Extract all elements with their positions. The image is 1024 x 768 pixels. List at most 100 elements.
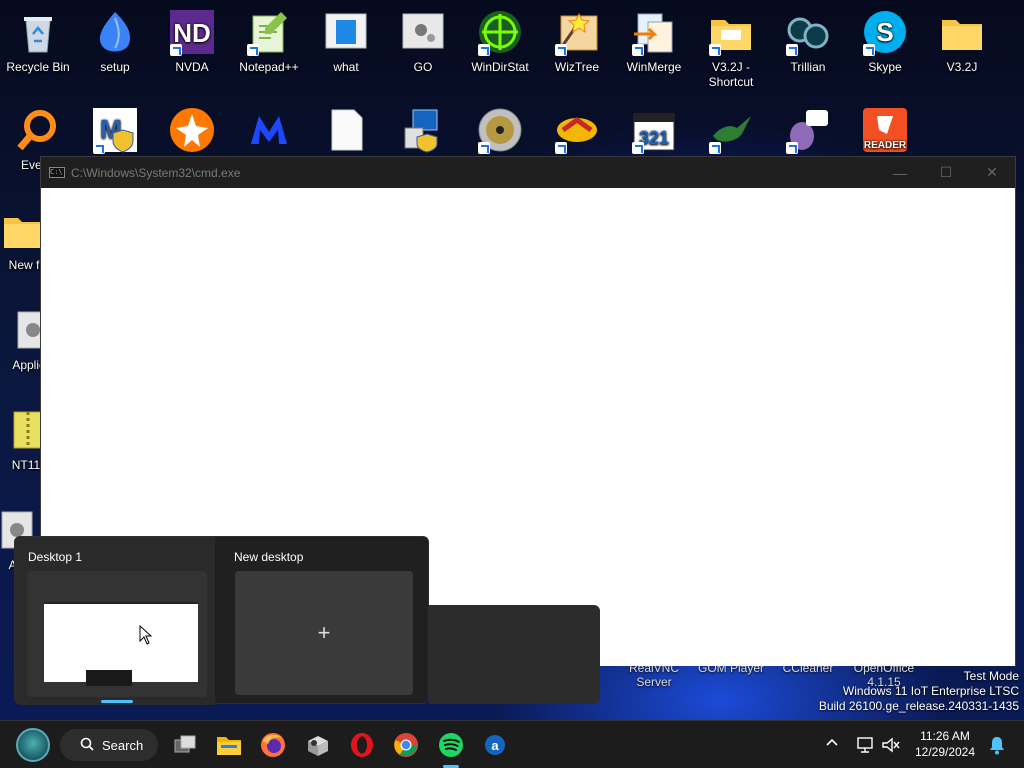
task-view-button[interactable] [165,725,205,765]
svg-text:READER: READER [864,140,907,151]
file-explorer-icon [217,737,241,755]
desktop-icon-trillian[interactable]: Trillian [770,8,846,75]
opera-icon [351,733,373,757]
virtual-desktops-flyout: Desktop 1 New desktop + [14,536,429,705]
folder-icon [938,8,986,56]
watermark-line-1: Test Mode [963,669,1019,683]
notifications-button[interactable] [982,725,1012,765]
shortcut-arrow-icon [709,44,721,56]
add-desktop-button[interactable]: + [235,571,413,695]
cd-burner-icon [476,106,524,154]
shortcut-arrow-icon [632,44,644,56]
desktop-icon-label: Notepad++ [239,60,299,74]
flyout-panel [429,605,600,704]
desktop-icon-row2-10[interactable] [770,106,846,158]
desktop-icon-label: V3.2J [946,60,978,74]
desktop-icon-v32j[interactable]: V3.2J [924,8,1000,75]
desktop-icon-v32j-shortcut[interactable]: V3.2J - Shortcut [693,8,769,90]
desktop-icon-what[interactable]: what [308,8,384,75]
desktop-icon-row2-2[interactable] [154,106,230,158]
foxit-reader-icon: READER [861,106,909,154]
windirstat-icon [476,8,524,56]
spotify-icon [439,733,463,757]
desktop-icon-row2-11[interactable]: READER [847,106,923,158]
start-button[interactable] [13,725,53,765]
close-button[interactable]: ✕ [969,157,1015,188]
desktop-icon-setup[interactable]: setup [77,8,153,75]
desktop-icon-label: what [333,60,359,74]
shortcut-arrow-icon [170,44,182,56]
everything-search-icon [14,106,62,154]
firefox-icon [261,733,285,757]
file-explorer-button[interactable] [209,725,249,765]
mystery-box-icon [308,736,328,756]
maximize-button[interactable]: ☐ [923,157,969,188]
pidgin-icon [784,106,832,154]
hummingbird-icon [707,106,755,154]
chevron-up-icon [826,738,838,746]
desktop-1-label: Desktop 1 [28,550,83,564]
desktop-icon-skype[interactable]: S Skype [847,8,923,75]
desktop-icon-label: WinDirStat [471,60,529,74]
document-icon [322,8,370,56]
desktop-icon-row2-6[interactable] [462,106,538,158]
clock[interactable]: 11:26 AM 12/29/2024 [910,728,980,760]
blue-app-icon: a [485,735,505,755]
taskbar-search-button[interactable]: Search [60,729,158,761]
desktop-icon-nvda[interactable]: ND NVDA [154,8,230,75]
desktop-icon-row2-3[interactable] [231,106,307,158]
desktop-icon-row2-7[interactable] [539,106,615,158]
task-view-icon [174,735,196,753]
show-hidden-icons-button[interactable] [826,735,838,750]
winmerge-icon [630,8,678,56]
setup-icon [91,8,139,56]
opera-button[interactable] [342,725,382,765]
plus-icon: + [317,620,331,645]
desktop-icon-label: V3.2J - Shortcut [708,60,754,89]
shortcut-arrow-icon [555,44,567,56]
blue-app-button[interactable]: a [475,725,515,765]
app-button-box[interactable] [298,725,338,765]
active-desktop-indicator [101,700,133,703]
volume-button[interactable] [876,725,906,765]
cmd-titlebar[interactable]: C:\ C:\Windows\System32\cmd.exe — ☐ ✕ [41,157,1015,188]
new-desktop-card[interactable]: New desktop + [221,537,421,705]
shortcut-arrow-icon [478,44,490,56]
volume-muted-icon [882,737,900,753]
shortcut-arrow-icon [863,44,875,56]
svg-text:S: S [876,17,893,47]
firefox-button[interactable] [253,725,293,765]
wiztree-icon [553,8,601,56]
desktop-icon-wiztree[interactable]: WizTree [539,8,615,75]
desktop-icon-row2-1[interactable]: M [77,106,153,158]
spotify-button[interactable] [431,725,471,765]
network-icon [857,737,873,753]
desktop-icon-label: Skype [868,60,902,74]
new-desktop-label: New desktop [234,550,304,564]
desktop-icon-notepadpp[interactable]: Notepad++ [231,8,307,75]
bell-icon [990,737,1004,755]
desktop-icon-row2-8[interactable]: 321 [616,106,692,158]
minimize-button[interactable]: — [877,157,923,188]
search-icon [80,737,94,754]
desktop-icon-row2-4[interactable] [308,106,384,158]
watermark-line-2: Windows 11 IoT Enterprise LTSC [842,684,1019,698]
desktop-icon-recycle-bin[interactable]: Recycle Bin [0,8,76,75]
shortcut-arrow-icon [555,142,567,154]
desktop-icon-row2-5[interactable] [385,106,461,158]
gear-icon [399,8,447,56]
desktop-icon-windirstat[interactable]: WinDirStat [462,8,538,75]
cmd-window-title: C:\Windows\System32\cmd.exe [71,165,241,180]
desktop-icon-row2-9[interactable] [693,106,769,158]
chrome-button[interactable] [386,725,426,765]
test-mode-watermark: Test Mode Windows 11 IoT Enterprise LTSC… [819,669,1019,714]
desktop-icon-label: NVDA [175,60,209,74]
shortcut-arrow-icon [247,44,259,56]
malwarebytes-icon [245,106,293,154]
avast-icon [168,106,216,154]
installer-icon [399,106,447,154]
cmd-app-icon: C:\ [49,167,65,178]
desktop-icon-go[interactable]: GO [385,8,461,75]
desktop-1-card[interactable]: Desktop 1 [15,537,215,705]
desktop-icon-winmerge[interactable]: WinMerge [616,8,692,75]
